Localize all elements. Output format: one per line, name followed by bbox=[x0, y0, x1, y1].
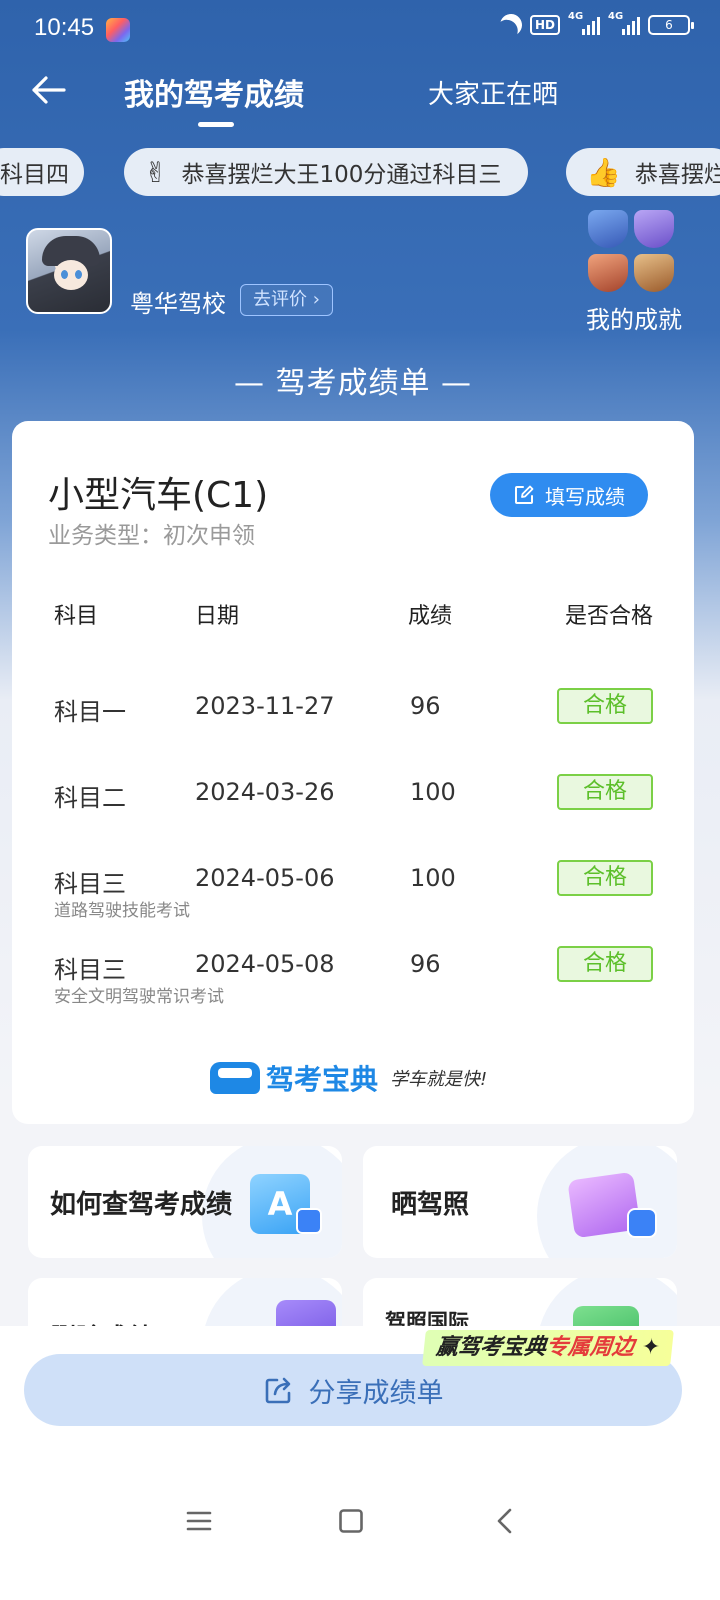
row-score: 96 bbox=[410, 692, 441, 720]
thumbs-up-icon: 👍 bbox=[586, 155, 621, 189]
column-header-date: 日期 bbox=[195, 604, 240, 629]
badge-icon bbox=[634, 254, 674, 292]
achievements-label[interactable]: 我的成就 bbox=[586, 300, 682, 335]
row-subject-note: 安全文明驾驶常识考试 bbox=[54, 987, 224, 1007]
moon-icon bbox=[497, 11, 525, 39]
row-date: 2023-11-27 bbox=[195, 692, 335, 720]
pass-badge: 合格 bbox=[557, 860, 653, 896]
row-score: 100 bbox=[410, 778, 456, 806]
home-square-icon[interactable] bbox=[338, 1508, 364, 1534]
tab-everyone-sharing[interactable]: 大家正在晒 bbox=[428, 74, 558, 111]
menu-icon[interactable] bbox=[186, 1508, 212, 1534]
row-date: 2024-05-08 bbox=[195, 950, 335, 978]
row-subject-note: 道路驾驶技能考试 bbox=[54, 901, 190, 921]
row-subject: 科目二 bbox=[54, 784, 126, 812]
ticker-item[interactable]: ✌ 恭喜摆烂大王100分通过科目三 bbox=[124, 148, 528, 196]
badge-icon bbox=[588, 254, 628, 292]
back-chevron-icon[interactable] bbox=[492, 1508, 518, 1534]
back-arrow-icon[interactable] bbox=[28, 70, 68, 110]
share-icon bbox=[265, 1377, 290, 1404]
pass-badge: 合格 bbox=[557, 946, 653, 982]
badge-icon bbox=[634, 210, 674, 248]
signal-icon: 4G bbox=[568, 11, 600, 35]
vehicle-class: 小型汽车(C1) bbox=[48, 475, 269, 516]
how-to-check-scores-tile[interactable]: 如何查驾考成绩 A bbox=[28, 1146, 342, 1258]
row-subject: 科目三 bbox=[54, 956, 126, 984]
badge-icon bbox=[588, 210, 628, 248]
row-subject: 科目三 bbox=[54, 870, 126, 898]
hd-icon: HD bbox=[529, 15, 560, 35]
business-type: 业务类型：初次申领 bbox=[48, 523, 255, 549]
column-header-subject: 科目 bbox=[54, 604, 99, 629]
camera-icon bbox=[627, 1208, 657, 1238]
search-icon bbox=[296, 1208, 322, 1234]
row-date: 2024-05-06 bbox=[195, 864, 335, 892]
row-date: 2024-03-26 bbox=[195, 778, 335, 806]
review-button[interactable]: 去评价 › bbox=[240, 284, 333, 316]
signal-icon-2: 4G bbox=[608, 11, 640, 35]
active-tab-indicator bbox=[198, 122, 234, 127]
show-license-tile[interactable]: 晒驾照 bbox=[363, 1146, 677, 1258]
ticker-item[interactable]: 科目四 bbox=[0, 148, 84, 196]
tab-my-scores[interactable]: 我的驾考成绩 bbox=[124, 70, 304, 114]
fill-scores-button[interactable]: 填写成绩 bbox=[490, 473, 648, 517]
driving-school-name: 粤华驾校 bbox=[130, 290, 226, 318]
row-subject: 科目一 bbox=[54, 698, 126, 726]
column-header-passed: 是否合格 bbox=[565, 604, 654, 629]
pass-badge: 合格 bbox=[557, 688, 653, 724]
row-score: 100 bbox=[410, 864, 456, 892]
pass-badge: 合格 bbox=[557, 774, 653, 810]
status-indicators: HD 4G 4G 6 bbox=[497, 11, 694, 39]
column-header-score: 成绩 bbox=[408, 604, 453, 629]
car-logo-icon bbox=[210, 1062, 260, 1094]
row-score: 96 bbox=[410, 950, 441, 978]
status-time: 10:45 bbox=[34, 14, 95, 41]
promo-banner[interactable]: 赢驾考宝典专属周边 ✦ bbox=[422, 1330, 675, 1366]
chevron-right-icon: › bbox=[307, 289, 320, 310]
report-heading: — 驾考成绩单 — bbox=[233, 366, 473, 401]
ticker-item[interactable]: 👍 恭喜摆烂 bbox=[566, 148, 720, 196]
app-notification-icon bbox=[106, 18, 130, 42]
battery-icon: 6 bbox=[648, 15, 694, 35]
brand-logo: 驾考宝典 学车就是快! bbox=[210, 1058, 487, 1098]
achievement-badges[interactable] bbox=[586, 210, 678, 296]
edit-icon bbox=[515, 485, 534, 504]
victory-hand-icon: ✌ bbox=[144, 155, 168, 189]
avatar[interactable] bbox=[26, 228, 112, 314]
